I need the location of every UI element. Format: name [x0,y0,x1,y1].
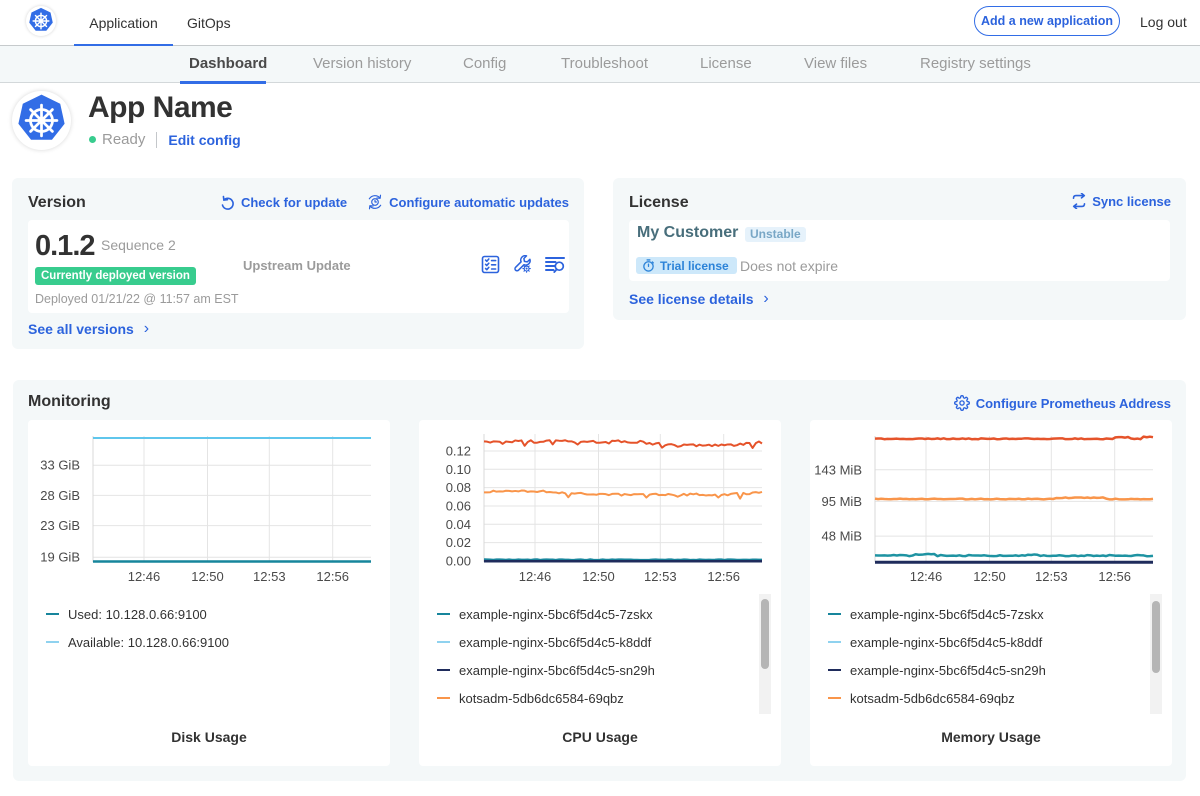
svg-text:95 MiB: 95 MiB [822,494,862,509]
svg-text:0.02: 0.02 [446,535,471,550]
svg-text:33 GiB: 33 GiB [40,458,80,473]
svg-text:12:50: 12:50 [973,569,1006,584]
svg-text:12:56: 12:56 [707,569,740,584]
svg-text:28 GiB: 28 GiB [40,488,80,503]
svg-text:12:46: 12:46 [519,569,552,584]
svg-text:12:56: 12:56 [1098,569,1131,584]
svg-text:0.08: 0.08 [446,480,471,495]
svg-text:12:56: 12:56 [316,569,349,584]
svg-text:143 MiB: 143 MiB [814,462,862,477]
svg-text:12:50: 12:50 [582,569,615,584]
svg-text:12:46: 12:46 [128,569,161,584]
svg-text:12:46: 12:46 [910,569,943,584]
svg-text:12:50: 12:50 [191,569,224,584]
svg-text:0.10: 0.10 [446,462,471,477]
svg-text:19 GiB: 19 GiB [40,550,80,565]
svg-text:0.06: 0.06 [446,499,471,514]
svg-text:48 MiB: 48 MiB [822,529,862,544]
svg-text:12:53: 12:53 [644,569,677,584]
svg-text:0.00: 0.00 [446,554,471,569]
svg-text:12:53: 12:53 [253,569,286,584]
svg-text:23 GiB: 23 GiB [40,518,80,533]
svg-text:0.04: 0.04 [446,517,471,532]
svg-text:12:53: 12:53 [1035,569,1068,584]
svg-text:0.12: 0.12 [446,444,471,459]
